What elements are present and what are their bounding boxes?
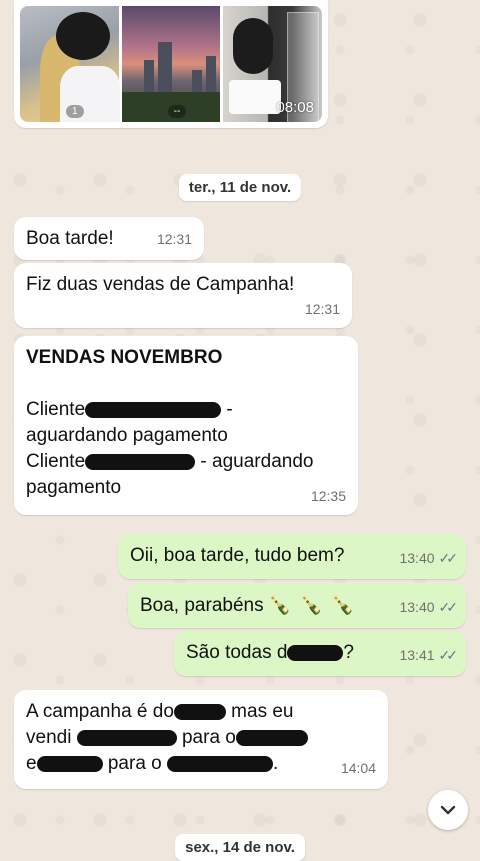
double-check-icon: ✓✓ — [438, 550, 459, 566]
photo-redaction — [56, 12, 110, 60]
message-text: - aguardando — [195, 451, 314, 472]
date-separator: sex., 14 de nov. — [175, 834, 305, 861]
message-meta: 13:41 ✓✓ — [399, 642, 459, 668]
message-line: aguardando pagamento — [26, 425, 228, 446]
message-text: - — [221, 399, 233, 420]
message-text: A campanha é do — [26, 701, 174, 722]
message-line: A campanha é do mas eu — [26, 699, 378, 725]
message-text: para o — [107, 753, 162, 774]
outgoing-message[interactable]: São todas d? 13:41 ✓✓ — [174, 631, 466, 676]
redaction-scribble — [36, 755, 103, 772]
champagne-emoji: 🍾 🍾 🍾 — [268, 595, 357, 615]
message-time: 12:31 — [156, 231, 192, 247]
message-time: 13:41 — [399, 647, 435, 663]
message-text: Boa tarde! — [26, 228, 114, 249]
message-time: 12:35 — [310, 488, 346, 504]
outgoing-message[interactable]: Boa, parabéns 🍾 🍾 🍾 13:40 ✓✓ — [128, 583, 466, 628]
message-line: vendi para o — [26, 725, 378, 751]
chevron-down-icon — [440, 805, 456, 815]
message-text: Boa, parabéns — [140, 595, 264, 616]
media-album-bubble[interactable]: 1 -- 08:08 — [14, 0, 328, 128]
message-meta: 13:40 ✓✓ — [399, 594, 459, 620]
redaction-scribble — [287, 644, 344, 661]
message-text: São todas d — [186, 642, 288, 663]
photo-thumbnail-person[interactable]: 1 — [20, 6, 120, 122]
redaction-scribble — [235, 729, 308, 746]
message-heading: VENDAS NOVEMBRO — [26, 347, 223, 368]
photo-detail — [229, 80, 282, 114]
message-time: 13:40 — [399, 550, 435, 566]
scroll-to-bottom-button[interactable] — [428, 790, 468, 830]
incoming-message[interactable]: Boa tarde! 12:31 — [14, 217, 204, 260]
message-line: pagamento — [26, 477, 122, 498]
message-text: Oii, boa tarde, tudo bem? — [130, 545, 345, 566]
redaction-scribble — [167, 755, 274, 772]
message-text: para o — [181, 727, 236, 748]
photo-detail — [233, 18, 274, 74]
message-time: 14:04 — [340, 760, 376, 776]
incoming-message[interactable]: Fiz duas vendas de Campanha! 12:31 — [14, 263, 352, 328]
redaction-scribble — [85, 453, 196, 470]
message-time: 13:40 — [399, 599, 435, 615]
date-separator: ter., 11 de nov. — [178, 174, 302, 201]
message-line: e para o . — [26, 751, 378, 777]
photo-badge: 1 — [66, 105, 84, 118]
redaction-scribble — [85, 401, 222, 418]
redaction-scribble — [173, 703, 226, 720]
message-meta: 13:40 ✓✓ — [399, 545, 459, 571]
incoming-message[interactable]: A campanha é do mas eu vendi para o e pa… — [14, 690, 388, 789]
message-text: vendi — [26, 727, 72, 748]
message-text: e — [26, 753, 37, 774]
message-text: ? — [343, 642, 354, 663]
message-text: mas eu — [225, 701, 294, 722]
message-line: Cliente - aguardando — [26, 449, 348, 475]
photo-badge: -- — [167, 105, 187, 118]
incoming-message[interactable]: VENDAS NOVEMBRO Cliente - aguardando pag… — [14, 336, 358, 515]
message-text: Fiz duas vendas de Campanha! — [26, 274, 295, 295]
double-check-icon: ✓✓ — [438, 647, 459, 663]
message-text: Cliente — [26, 451, 86, 472]
message-text: Cliente — [26, 399, 86, 420]
double-check-icon: ✓✓ — [438, 599, 459, 615]
redaction-scribble — [76, 729, 177, 746]
message-time: 12:31 — [304, 301, 340, 317]
message-line: Cliente - — [26, 397, 348, 423]
message-text: . — [273, 753, 279, 774]
photo-thumbnail-city[interactable]: -- — [121, 6, 221, 122]
media-timestamp: 08:08 — [276, 99, 314, 116]
outgoing-message[interactable]: Oii, boa tarde, tudo bem? 13:40 ✓✓ — [118, 534, 466, 579]
